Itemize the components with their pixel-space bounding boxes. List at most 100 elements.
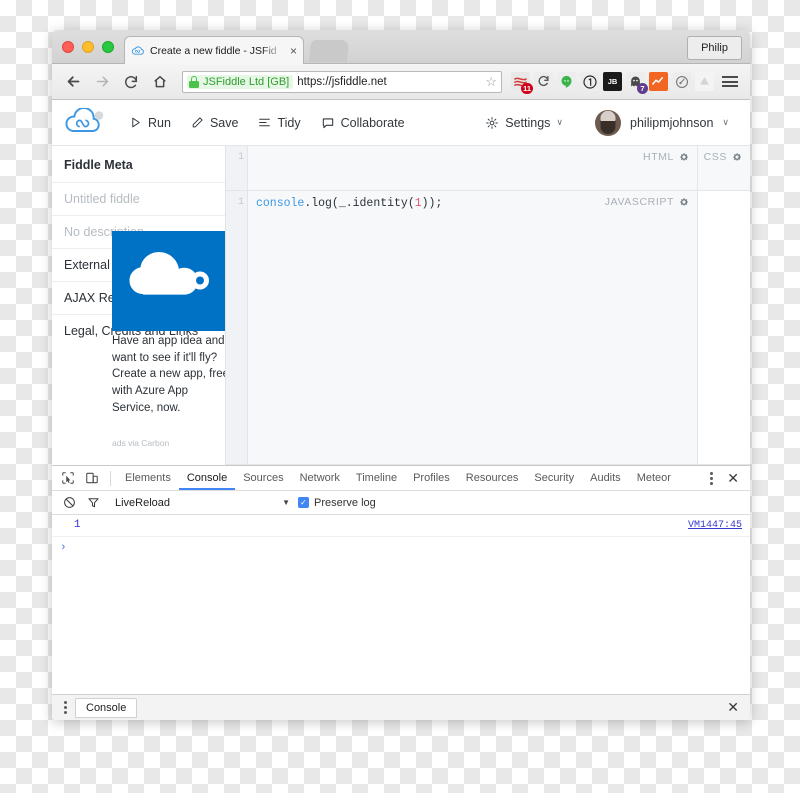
jsfiddle-actions: Run Save Tidy Collaborate	[120, 111, 414, 135]
javascript-pane-label: JAVASCRIPT	[605, 196, 689, 208]
browser-tab-strip: Create a new fiddle - JSFid × Philip	[52, 30, 750, 64]
tab-resources[interactable]: Resources	[458, 466, 527, 490]
back-icon[interactable]	[60, 69, 86, 95]
clear-console-icon[interactable]	[57, 492, 81, 514]
jsfiddle-logo[interactable]	[64, 106, 108, 138]
preserve-log-checkbox[interactable]: ✓ Preserve log	[298, 497, 376, 509]
tab-audits[interactable]: Audits	[582, 466, 629, 490]
javascript-label: JAVASCRIPT	[604, 196, 674, 208]
tab-meteor[interactable]: Meteor	[629, 466, 679, 490]
run-button[interactable]: Run	[120, 111, 180, 135]
page-title: Fiddle Meta	[64, 158, 133, 172]
chevron-down-icon: ▼	[282, 498, 290, 507]
user-menu-button[interactable]: philipmjohnson ∨	[586, 105, 738, 141]
browser-tab[interactable]: Create a new fiddle - JSFid ×	[124, 36, 304, 64]
reload-icon[interactable]	[118, 69, 144, 95]
console-entry-source[interactable]: VM1447:45	[688, 519, 742, 533]
maximize-window-button[interactable]	[102, 41, 114, 53]
security-badge: JSFiddle Ltd [GB]	[187, 74, 294, 89]
forward-icon[interactable]	[89, 69, 115, 95]
devtools-menu-icon[interactable]	[703, 471, 720, 485]
toolbar-divider	[110, 470, 111, 486]
console-output[interactable]: 1 VM1447:45 ›	[52, 515, 750, 694]
save-button[interactable]: Save	[182, 111, 248, 135]
address-bar[interactable]: JSFiddle Ltd [GB] https://jsfiddle.net ☆	[182, 70, 502, 93]
play-icon	[132, 117, 140, 128]
jsfiddle-body: Fiddle Meta Untitled fiddle No descripti…	[52, 146, 750, 465]
gear-icon[interactable]	[732, 152, 742, 162]
drawer-menu-icon[interactable]	[56, 701, 75, 714]
filter-funnel-icon[interactable]	[81, 492, 105, 514]
collaborate-button[interactable]: Collaborate	[312, 111, 414, 135]
bookmark-star-icon[interactable]: ☆	[485, 74, 497, 90]
ad-text: Have an app idea and want to see if it'l…	[112, 335, 226, 414]
settings-caret-icon: ∨	[556, 117, 564, 127]
save-label: Save	[209, 115, 239, 130]
close-window-button[interactable]	[62, 41, 74, 53]
drive-extension-icon[interactable]	[695, 72, 714, 91]
ghostery-badge-count: 7	[637, 83, 648, 94]
ad-credit: ads via Carbon	[112, 438, 170, 449]
home-icon[interactable]	[147, 69, 173, 95]
html-code[interactable]	[248, 146, 697, 190]
lines-icon	[259, 118, 271, 127]
html-gutter: 1	[226, 146, 248, 190]
fiddle-name-input[interactable]: Untitled fiddle	[52, 182, 225, 215]
javascript-editor-pane[interactable]: 1 console.log(_.identity(1)); JAVASCRIPT	[226, 191, 698, 465]
console-context-select[interactable]: LiveReload ▼	[115, 497, 290, 509]
right-editor-column: CSS	[698, 146, 750, 465]
page-viewport: Run Save Tidy Collaborate Settings ∨ phi…	[52, 100, 750, 720]
run-label: Run	[148, 115, 171, 130]
js-token-after: ));	[421, 197, 443, 210]
new-tab-button[interactable]	[308, 40, 350, 62]
preserve-log-label: Preserve log	[314, 496, 376, 509]
sync-extension-icon[interactable]	[534, 72, 553, 91]
user-caret-icon: ∨	[722, 117, 729, 127]
css-editor-pane[interactable]: CSS	[698, 146, 750, 191]
close-drawer-icon[interactable]: ✕	[720, 699, 746, 716]
console-filter-bar: LiveReload ▼ ✓ Preserve log	[52, 491, 750, 515]
close-tab-button[interactable]: ×	[290, 45, 297, 57]
tab-network[interactable]: Network	[292, 466, 348, 490]
hangouts-extension-icon[interactable]	[557, 72, 576, 91]
gear-icon	[486, 116, 499, 129]
tab-security[interactable]: Security	[526, 466, 582, 490]
tab-elements[interactable]: Elements	[117, 466, 179, 490]
profile-button[interactable]: Philip	[687, 36, 742, 60]
js-token-number: 1	[414, 197, 422, 210]
adblock-extension-icon[interactable]: 11	[511, 72, 533, 94]
jetbrains-extension-icon[interactable]: JB	[603, 72, 622, 91]
pocket-extension-icon[interactable]	[672, 72, 691, 91]
tab-timeline[interactable]: Timeline	[348, 466, 405, 490]
browser-tab-title: Create a new fiddle - JSFid	[150, 44, 277, 57]
minimize-window-button[interactable]	[82, 41, 94, 53]
device-toolbar-icon[interactable]	[80, 467, 104, 489]
result-pane[interactable]	[698, 191, 750, 465]
console-prompt[interactable]: ›	[52, 537, 750, 560]
browser-menu-icon[interactable]	[718, 76, 742, 87]
inspect-cursor-icon[interactable]	[56, 467, 80, 489]
gear-icon[interactable]	[679, 152, 689, 162]
tab-profiles[interactable]: Profiles	[405, 466, 458, 490]
tab-console[interactable]: Console	[179, 466, 235, 490]
onepassword-extension-icon[interactable]	[580, 72, 599, 91]
settings-button[interactable]: Settings ∨	[476, 111, 572, 135]
analytics-extension-icon[interactable]	[649, 72, 668, 91]
gear-icon[interactable]	[679, 197, 689, 207]
tidy-button[interactable]: Tidy	[249, 111, 309, 135]
tab-sources[interactable]: Sources	[235, 466, 291, 490]
avatar	[595, 109, 622, 136]
html-pane-label: HTML	[643, 151, 689, 163]
close-devtools-icon[interactable]: ✕	[720, 470, 746, 487]
collaborate-label: Collaborate	[340, 115, 405, 130]
carbon-ad[interactable]: Have an app idea and want to see if it'l…	[112, 231, 226, 449]
ghostery-extension-icon[interactable]: 7	[626, 72, 648, 94]
javascript-code[interactable]: console.log(_.identity(1));	[248, 191, 697, 464]
css-pane-label: CSS	[704, 151, 742, 163]
js-token-console: console	[256, 197, 305, 210]
js-token-mid: .log(_.identity(	[304, 197, 415, 210]
tidy-label: Tidy	[277, 115, 301, 130]
css-label: CSS	[703, 151, 727, 163]
drawer-tab-console[interactable]: Console	[75, 698, 138, 718]
html-editor-pane[interactable]: 1 HTML	[226, 146, 698, 191]
